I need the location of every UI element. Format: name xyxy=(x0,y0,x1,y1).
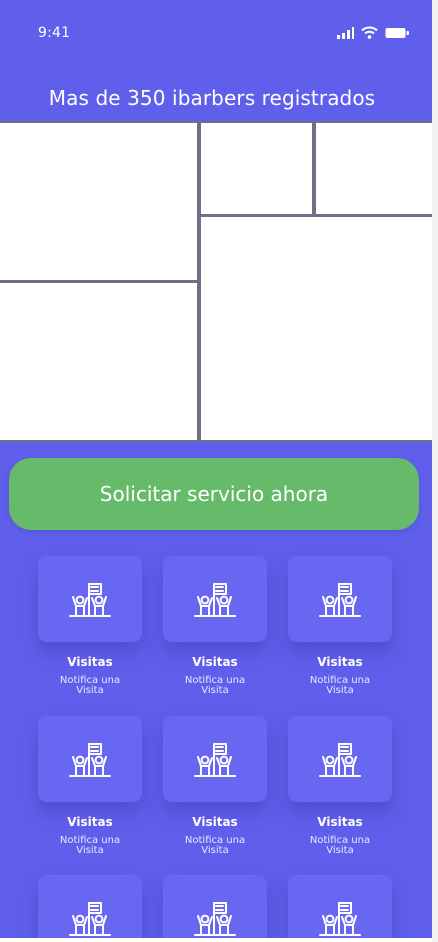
request-service-button[interactable]: Solicitar servicio ahora xyxy=(9,458,419,530)
service-card[interactable] xyxy=(288,556,392,642)
battery-icon xyxy=(385,27,409,38)
service-card[interactable] xyxy=(163,556,267,642)
gallery-photo[interactable] xyxy=(0,123,197,280)
gallery-photo[interactable] xyxy=(316,123,432,214)
service-card[interactable] xyxy=(38,556,142,642)
team-flag-icon xyxy=(194,902,236,936)
service-title: Visitas xyxy=(192,655,238,669)
service-subtitle: Notifica una Visita xyxy=(309,835,371,856)
service-card[interactable] xyxy=(163,875,267,938)
team-flag-icon xyxy=(194,583,236,617)
phone-screen: 9:41 Mas de 350 ibarbers registrados Sol… xyxy=(0,0,433,938)
team-flag-icon xyxy=(194,743,236,777)
service-item-visitas[interactable]: Visitas Notifica una Visita xyxy=(38,556,142,696)
status-time: 9:41 xyxy=(38,25,71,41)
signal-icon xyxy=(337,26,354,39)
gallery-photo[interactable] xyxy=(0,283,197,440)
team-flag-icon xyxy=(69,902,111,936)
page-title: Mas de 350 ibarbers registrados xyxy=(48,86,376,110)
gallery-photo[interactable] xyxy=(201,123,312,214)
service-card[interactable] xyxy=(38,716,142,802)
service-subtitle: Notifica una Visita xyxy=(184,675,246,696)
team-flag-icon xyxy=(319,743,361,777)
status-bar: 9:41 xyxy=(0,0,432,64)
service-title: Visitas xyxy=(67,815,113,829)
team-flag-icon xyxy=(69,743,111,777)
barber-photo-gallery xyxy=(0,121,432,442)
service-item-visitas[interactable]: Visitas Notifica una Visita xyxy=(288,556,392,696)
service-title: Visitas xyxy=(317,655,363,669)
service-item-visitas[interactable] xyxy=(163,875,267,938)
status-icons xyxy=(336,26,410,39)
service-card[interactable] xyxy=(163,716,267,802)
service-subtitle: Notifica una Visita xyxy=(59,675,121,696)
service-item-visitas[interactable] xyxy=(288,875,392,938)
team-flag-icon xyxy=(319,583,361,617)
service-subtitle: Notifica una Visita xyxy=(309,675,371,696)
wifi-icon xyxy=(361,26,378,39)
team-flag-icon xyxy=(319,902,361,936)
service-item-visitas[interactable] xyxy=(38,875,142,938)
gallery-photo[interactable] xyxy=(201,217,432,440)
service-subtitle: Notifica una Visita xyxy=(184,835,246,856)
service-card[interactable] xyxy=(288,716,392,802)
service-item-visitas[interactable]: Visitas Notifica una Visita xyxy=(163,556,267,696)
service-title: Visitas xyxy=(317,815,363,829)
team-flag-icon xyxy=(69,583,111,617)
service-subtitle: Notifica una Visita xyxy=(59,835,121,856)
service-title: Visitas xyxy=(67,655,113,669)
service-item-visitas[interactable]: Visitas Notifica una Visita xyxy=(288,716,392,856)
service-card[interactable] xyxy=(38,875,142,938)
service-item-visitas[interactable]: Visitas Notifica una Visita xyxy=(163,716,267,856)
service-title: Visitas xyxy=(192,815,238,829)
window-edge xyxy=(432,0,438,942)
service-card[interactable] xyxy=(288,875,392,938)
service-item-visitas[interactable]: Visitas Notifica una Visita xyxy=(38,716,142,856)
